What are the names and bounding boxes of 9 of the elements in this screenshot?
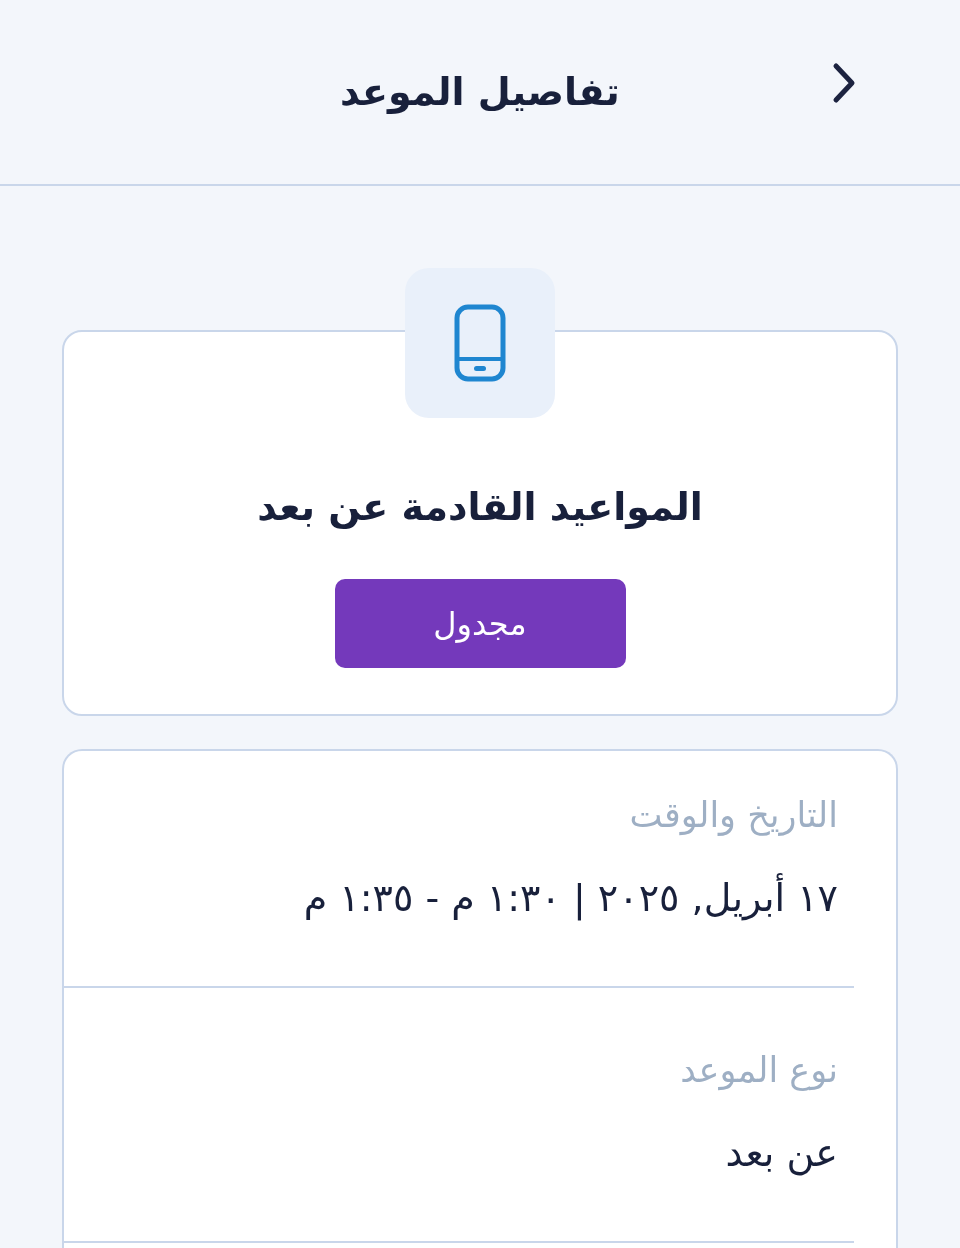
appointment-title: المواعيد القادمة عن بعد [257,484,703,531]
detail-label: التاريخ والوقت [628,794,838,837]
detail-value: عن بعد [724,1130,838,1177]
page-title: تفاصيل الموعد [340,69,620,116]
status-badge: مجدول [334,579,626,668]
chevron-icon [831,62,857,104]
detail-label: نوع الموعد [679,1049,838,1092]
detail-value: ١٧ أبريل, ٢٠٢٥ | ١:٣٠ م - ١:٣٥ م [64,874,838,922]
phone-icon [405,268,555,418]
